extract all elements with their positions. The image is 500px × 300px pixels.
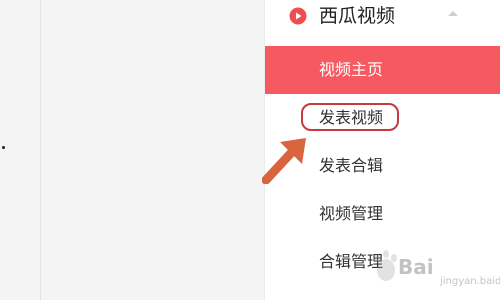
sidebar-item-video-home[interactable]: 视频主页	[265, 46, 500, 94]
sidebar-item-label: 视频管理	[319, 204, 384, 223]
pointer-arrow-icon	[262, 138, 306, 184]
section-title: 西瓜视频	[319, 5, 396, 27]
section-header-xigua[interactable]: 西瓜视频	[265, 0, 500, 40]
sidebar-item-video-management[interactable]: 视频管理	[265, 190, 500, 238]
highlight-ring	[301, 103, 399, 131]
sidebar-item-label: 发表合辑	[319, 156, 384, 175]
bullet-dot	[2, 146, 5, 149]
watermark-sub: jingyan.baidu.com	[440, 276, 500, 287]
divider	[40, 0, 41, 300]
left-content-area	[0, 0, 40, 300]
chevron-up-icon[interactable]	[445, 8, 461, 20]
play-circle-icon	[289, 7, 307, 25]
sidebar-item-label: 视频主页	[319, 60, 384, 79]
watermark-brand: Bai	[398, 255, 434, 279]
